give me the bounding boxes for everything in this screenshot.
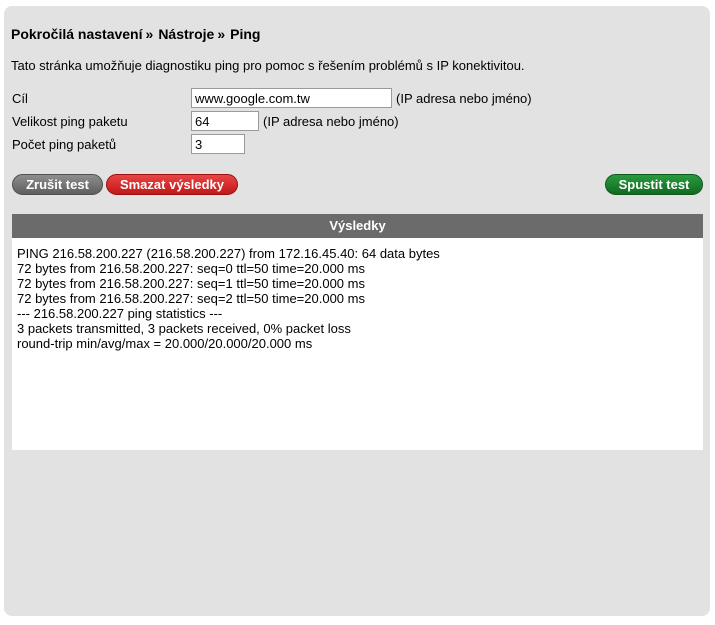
target-hint: (IP adresa nebo jméno): [396, 91, 532, 106]
result-line: 3 packets transmitted, 3 packets receive…: [17, 321, 351, 336]
main-panel: Pokročilá nastavení» Nástroje» Ping Tato s…: [4, 6, 710, 616]
cancel-test-button[interactable]: Zrušit test: [12, 174, 103, 195]
breadcrumb: Pokročilá nastavení» Nástroje» Ping: [11, 26, 260, 42]
breadcrumb-item-tools[interactable]: Nástroje: [158, 26, 214, 42]
packet-size-label: Velikost ping paketu: [12, 114, 128, 129]
result-line: round-trip min/avg/max = 20.000/20.000/2…: [17, 336, 313, 351]
result-line: 72 bytes from 216.58.200.227: seq=0 ttl=…: [17, 261, 365, 276]
result-line: --- 216.58.200.227 ping statistics ---: [17, 306, 223, 321]
clear-results-button[interactable]: Smazat výsledky: [106, 174, 238, 195]
target-input[interactable]: [191, 88, 392, 108]
results-header: Výsledky: [12, 214, 703, 238]
result-line: PING 216.58.200.227 (216.58.200.227) fro…: [17, 246, 440, 261]
packet-size-input[interactable]: [191, 111, 259, 131]
results-output: PING 216.58.200.227 (216.58.200.227) fro…: [12, 238, 703, 450]
result-line: 72 bytes from 216.58.200.227: seq=1 ttl=…: [17, 276, 365, 291]
target-label: Cíl: [12, 91, 28, 106]
packet-size-hint: (IP adresa nebo jméno): [263, 114, 399, 129]
result-line: 72 bytes from 216.58.200.227: seq=2 ttl=…: [17, 291, 365, 306]
breadcrumb-separator: »: [145, 26, 154, 42]
packet-count-input[interactable]: [191, 134, 245, 154]
start-test-button[interactable]: Spustit test: [605, 174, 703, 195]
breadcrumb-item-ping: Ping: [230, 26, 261, 42]
breadcrumb-separator: »: [217, 26, 226, 42]
packet-count-label: Počet ping paketů: [12, 137, 117, 152]
page-description: Tato stránka umožňuje diagnostiku ping p…: [11, 58, 525, 73]
breadcrumb-item-advanced-settings[interactable]: Pokročilá nastavení: [11, 26, 143, 42]
